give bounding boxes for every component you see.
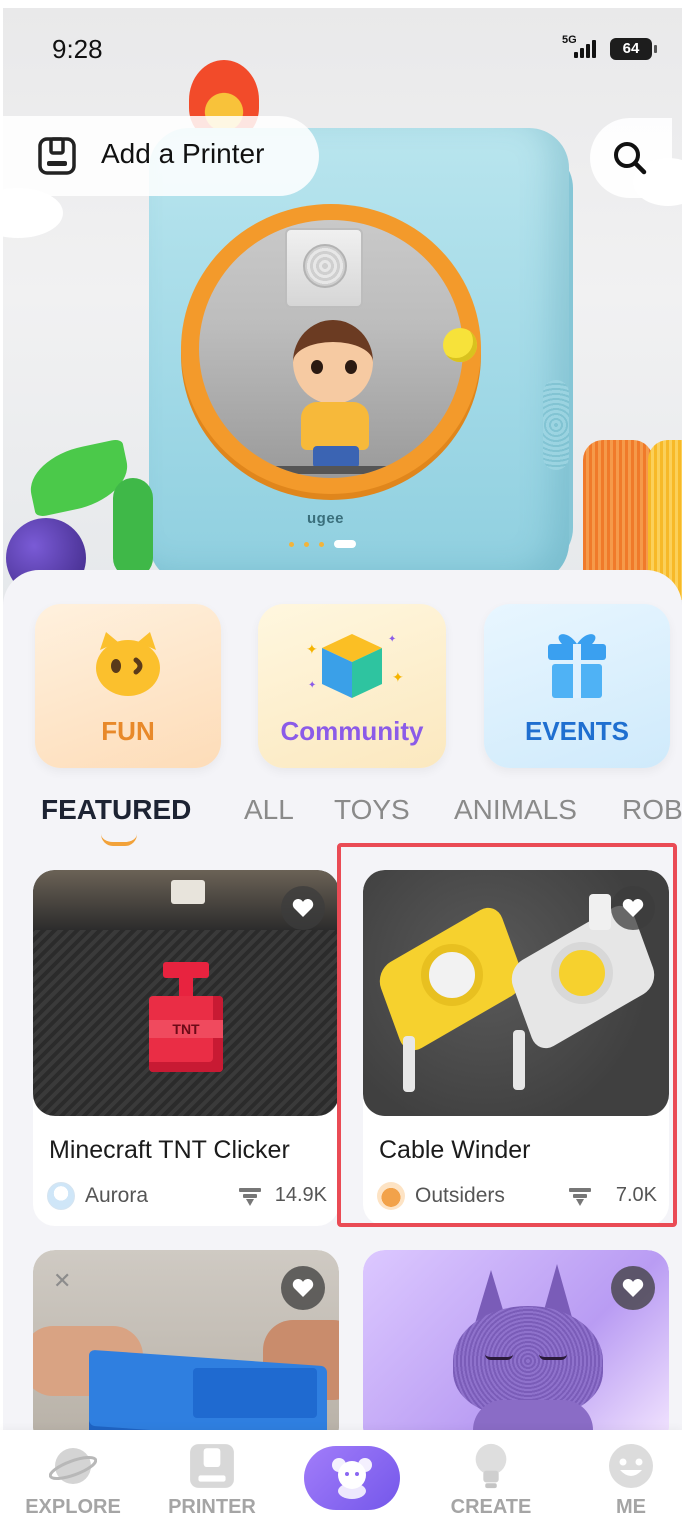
search-icon — [614, 142, 647, 175]
status-bar: 9:28 5G 64 — [0, 0, 682, 100]
clock: 9:28 — [52, 34, 103, 64]
model-card[interactable]: ✕ — [33, 1250, 339, 1450]
category-fun-label: FUN — [101, 716, 155, 746]
svg-text:✦: ✦ — [308, 680, 316, 691]
favorite-button[interactable] — [611, 1266, 655, 1310]
cat-face-icon — [96, 632, 160, 696]
tab-toys[interactable]: TOYS — [334, 794, 410, 826]
download-icon — [569, 1188, 591, 1206]
download-count: 7.0K — [615, 1184, 657, 1206]
card-meta: Aurora 14.9K — [47, 1182, 327, 1210]
category-events[interactable]: EVENTS — [484, 604, 670, 768]
heart-icon — [622, 899, 644, 917]
printer-icon — [38, 137, 76, 175]
avatar — [377, 1182, 405, 1210]
battery-icon: 64 — [610, 38, 657, 60]
nav-me[interactable]: ME — [576, 1436, 682, 1526]
avatar — [47, 1182, 75, 1210]
nav-explore[interactable]: EXPLORE — [18, 1436, 128, 1526]
hero-banner[interactable]: ugee — [3, 8, 682, 648]
heart-icon — [622, 1279, 644, 1297]
favorite-button[interactable] — [281, 1266, 325, 1310]
author-name[interactable]: Aurora — [85, 1184, 148, 1208]
card-title: Minecraft TNT Clicker — [49, 1136, 290, 1164]
category-community[interactable]: ✦ ✦ ✦ ✦ Community — [258, 604, 446, 768]
carousel-dots — [289, 540, 356, 548]
category-events-label: EVENTS — [524, 716, 630, 746]
nav-printer-label: PRINTER — [168, 1496, 256, 1518]
card-title: Cable Winder — [379, 1136, 531, 1164]
heart-icon — [292, 899, 314, 917]
category-fun[interactable]: FUN — [35, 604, 221, 768]
nav-explore-label: EXPLORE — [25, 1496, 121, 1518]
svg-text:✦: ✦ — [388, 634, 396, 645]
figurine-head — [293, 320, 373, 404]
category-tabs: FEATURED ALL TOYS ANIMALS ROB — [0, 790, 682, 850]
svg-text:✦: ✦ — [306, 641, 318, 657]
smiley-icon — [609, 1444, 653, 1488]
planet-icon — [49, 1448, 97, 1484]
author-name[interactable]: Outsiders — [415, 1184, 505, 1208]
download-count: 14.9K — [274, 1184, 327, 1206]
svg-text:✦: ✦ — [392, 669, 404, 685]
print-bed — [239, 466, 429, 474]
printer-brand: ugee — [307, 510, 345, 527]
favorite-button[interactable] — [611, 886, 655, 930]
figurine-body — [301, 402, 369, 450]
bear-icon — [332, 1458, 372, 1499]
nav-create[interactable]: CREATE — [436, 1436, 546, 1526]
tab-animals[interactable]: ANIMALS — [454, 794, 577, 826]
category-community-label: Community — [280, 716, 424, 746]
cube-icon: ✦ ✦ ✦ ✦ — [306, 634, 404, 698]
heart-icon — [292, 1279, 314, 1297]
tab-robots[interactable]: ROB — [622, 794, 682, 826]
download-icon — [239, 1188, 261, 1206]
active-tab-indicator — [101, 834, 137, 846]
carousel-dot[interactable] — [304, 541, 309, 547]
model-card[interactable] — [363, 1250, 669, 1450]
search-button[interactable] — [590, 118, 672, 198]
favorite-button[interactable] — [281, 886, 325, 930]
card-meta: Outsiders 7.0K — [377, 1182, 657, 1210]
printer-icon — [190, 1444, 234, 1488]
tab-all[interactable]: ALL — [244, 794, 294, 826]
printhead — [285, 228, 363, 308]
gift-icon — [548, 634, 606, 698]
model-card[interactable]: Cable Winder Outsiders 7.0K — [363, 870, 669, 1226]
nav-me-label: ME — [616, 1496, 646, 1518]
lightbulb-icon — [475, 1443, 507, 1489]
nav-create-label: CREATE — [450, 1496, 532, 1518]
add-printer-button[interactable]: Add a Printer — [3, 116, 319, 196]
add-printer-label: Add a Printer — [101, 138, 265, 169]
model-card[interactable]: TNT Minecraft TNT Clicker Aurora 14.9K — [33, 870, 339, 1226]
nav-home-button[interactable] — [304, 1446, 400, 1510]
signal-icon: 5G — [562, 34, 602, 62]
printer-window — [199, 220, 463, 478]
carousel-dot-active[interactable] — [334, 540, 356, 548]
carousel-dot[interactable] — [289, 541, 294, 547]
printer-knob — [443, 328, 477, 362]
printer-vent — [543, 380, 569, 470]
nav-printer[interactable]: PRINTER — [157, 1436, 267, 1526]
carousel-dot[interactable] — [319, 541, 324, 547]
tab-featured[interactable]: FEATURED — [41, 794, 191, 826]
